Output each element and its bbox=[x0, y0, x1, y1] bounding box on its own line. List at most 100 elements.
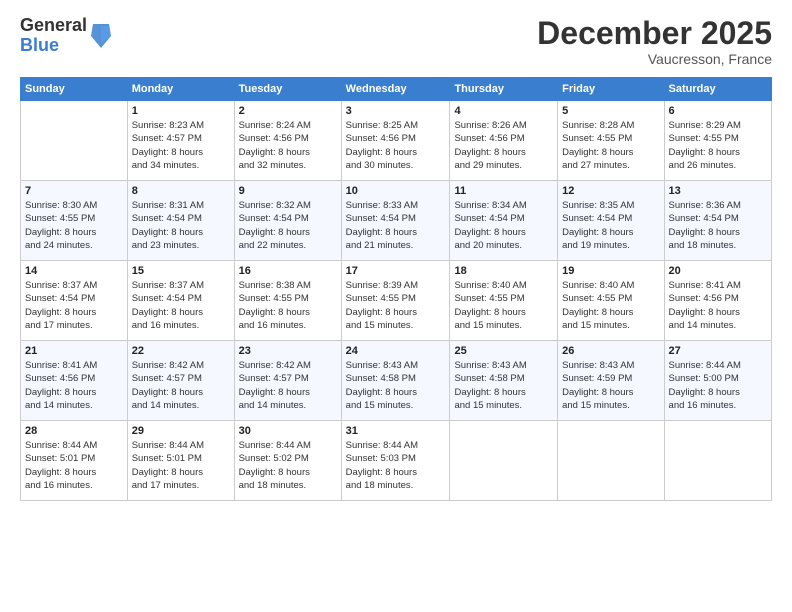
table-row: 5 Sunrise: 8:28 AM Sunset: 4:55 PM Daylig… bbox=[558, 101, 664, 181]
day-number: 8 bbox=[132, 185, 230, 197]
calendar-week-row: 21Sunrise: 8:41 AM Sunset: 4:56 PM Dayli… bbox=[21, 341, 772, 421]
col-sunday: Sunday bbox=[21, 78, 128, 101]
day-detail: Sunrise: 8:23 AM Sunset: 4:57 PM Dayligh… bbox=[132, 119, 230, 172]
table-row: 14Sunrise: 8:37 AM Sunset: 4:54 PM Dayli… bbox=[21, 261, 128, 341]
table-row: 21Sunrise: 8:41 AM Sunset: 4:56 PM Dayli… bbox=[21, 341, 128, 421]
day-detail: Sunrise: 8:26 AM Sunset: 4:56 PM Dayligh… bbox=[454, 119, 553, 172]
table-row: 15 Sunrise: 8:37 AM Sunset: 4:54 PM Dayli… bbox=[127, 261, 234, 341]
day-detail: Sunrise: 8:44 AM Sunset: 5:02 PM Dayligh… bbox=[239, 439, 337, 492]
day-detail: Sunrise: 8:43 AM Sunset: 4:59 PM Dayligh… bbox=[562, 359, 659, 412]
day-number: 19 bbox=[562, 265, 659, 277]
day-detail: Sunrise: 8:29 AM Sunset: 4:55 PM Dayligh… bbox=[669, 119, 767, 172]
day-detail: Sunrise: 8:24 AM Sunset: 4:56 PM Dayligh… bbox=[239, 119, 337, 172]
day-detail: Sunrise: 8:32 AM Sunset: 4:54 PM Dayligh… bbox=[239, 199, 337, 252]
day-detail: Sunrise: 8:40 AM Sunset: 4:55 PM Dayligh… bbox=[562, 279, 659, 332]
col-wednesday: Wednesday bbox=[341, 78, 450, 101]
day-number: 9 bbox=[239, 185, 337, 197]
day-number: 1 bbox=[132, 105, 230, 117]
calendar-table: Sunday Monday Tuesday Wednesday Thursday… bbox=[20, 77, 772, 501]
day-number: 5 bbox=[562, 105, 659, 117]
day-detail: Sunrise: 8:35 AM Sunset: 4:54 PM Dayligh… bbox=[562, 199, 659, 252]
calendar-week-row: 7 Sunrise: 8:30 AM Sunset: 4:55 PM Daylig… bbox=[21, 181, 772, 261]
table-row: 25Sunrise: 8:43 AM Sunset: 4:58 PM Dayli… bbox=[450, 341, 558, 421]
day-detail: Sunrise: 8:43 AM Sunset: 4:58 PM Dayligh… bbox=[346, 359, 446, 412]
table-row: 11Sunrise: 8:34 AM Sunset: 4:54 PM Dayli… bbox=[450, 181, 558, 261]
day-number: 16 bbox=[239, 265, 337, 277]
day-detail: Sunrise: 8:41 AM Sunset: 4:56 PM Dayligh… bbox=[669, 279, 767, 332]
month-title: December 2025 bbox=[537, 16, 772, 51]
day-detail: Sunrise: 8:37 AM Sunset: 4:54 PM Dayligh… bbox=[132, 279, 230, 332]
table-row bbox=[21, 101, 128, 181]
day-number: 30 bbox=[239, 425, 337, 437]
calendar-week-row: 28 Sunrise: 8:44 AM Sunset: 5:01 PM Dayli… bbox=[21, 421, 772, 501]
day-number: 4 bbox=[454, 105, 553, 117]
table-row: 28 Sunrise: 8:44 AM Sunset: 5:01 PM Dayli… bbox=[21, 421, 128, 501]
table-row: 6Sunrise: 8:29 AM Sunset: 4:55 PM Daylig… bbox=[664, 101, 771, 181]
col-thursday: Thursday bbox=[450, 78, 558, 101]
table-row: 31Sunrise: 8:44 AM Sunset: 5:03 PM Dayli… bbox=[341, 421, 450, 501]
day-detail: Sunrise: 8:44 AM Sunset: 5:00 PM Dayligh… bbox=[669, 359, 767, 412]
table-row: 27 Sunrise: 8:44 AM Sunset: 5:00 PM Dayli… bbox=[664, 341, 771, 421]
day-detail: Sunrise: 8:38 AM Sunset: 4:55 PM Dayligh… bbox=[239, 279, 337, 332]
day-number: 31 bbox=[346, 425, 446, 437]
location: Vaucresson, France bbox=[537, 51, 772, 67]
day-number: 2 bbox=[239, 105, 337, 117]
day-number: 27 bbox=[669, 345, 767, 357]
title-block: December 2025 Vaucresson, France bbox=[537, 16, 772, 67]
day-detail: Sunrise: 8:42 AM Sunset: 4:57 PM Dayligh… bbox=[132, 359, 230, 412]
day-number: 29 bbox=[132, 425, 230, 437]
day-number: 24 bbox=[346, 345, 446, 357]
table-row: 16 Sunrise: 8:38 AM Sunset: 4:55 PM Dayli… bbox=[234, 261, 341, 341]
table-row: 22Sunrise: 8:42 AM Sunset: 4:57 PM Dayli… bbox=[127, 341, 234, 421]
table-row: 8 Sunrise: 8:31 AM Sunset: 4:54 PM Daylig… bbox=[127, 181, 234, 261]
day-number: 20 bbox=[669, 265, 767, 277]
table-row bbox=[450, 421, 558, 501]
logo-blue-text: Blue bbox=[20, 35, 59, 55]
day-number: 11 bbox=[454, 185, 553, 197]
logo-general-text: General bbox=[20, 15, 87, 35]
day-detail: Sunrise: 8:44 AM Sunset: 5:01 PM Dayligh… bbox=[25, 439, 123, 492]
col-friday: Friday bbox=[558, 78, 664, 101]
table-row: 18Sunrise: 8:40 AM Sunset: 4:55 PM Dayli… bbox=[450, 261, 558, 341]
day-number: 17 bbox=[346, 265, 446, 277]
day-number: 7 bbox=[25, 185, 123, 197]
table-row: 1 Sunrise: 8:23 AM Sunset: 4:57 PM Daylig… bbox=[127, 101, 234, 181]
day-number: 15 bbox=[132, 265, 230, 277]
day-number: 28 bbox=[25, 425, 123, 437]
calendar-week-row: 14 Sunrise: 8:37 AM Sunset: 4:54 PM Dayli… bbox=[21, 261, 772, 341]
day-number: 12 bbox=[562, 185, 659, 197]
table-row: 4 Sunrise: 8:26 AM Sunset: 4:56 PM Daylig… bbox=[450, 101, 558, 181]
table-row: 20 Sunrise: 8:41 AM Sunset: 4:56 PM Dayli… bbox=[664, 261, 771, 341]
day-number: 18 bbox=[454, 265, 553, 277]
table-row: 12 Sunrise: 8:35 AM Sunset: 4:54 PM Dayli… bbox=[558, 181, 664, 261]
table-row: 2 Sunrise: 8:24 AM Sunset: 4:56 PM Daylig… bbox=[234, 101, 341, 181]
day-number: 14 bbox=[25, 265, 123, 277]
day-number: 13 bbox=[669, 185, 767, 197]
page: General Blue December 2025 Vaucresson, F… bbox=[0, 0, 792, 612]
day-detail: Sunrise: 8:42 AM Sunset: 4:57 PM Dayligh… bbox=[239, 359, 337, 412]
table-row: 10 Sunrise: 8:33 AM Sunset: 4:54 PM Dayli… bbox=[341, 181, 450, 261]
table-row: 24 Sunrise: 8:43 AM Sunset: 4:58 PM Dayli… bbox=[341, 341, 450, 421]
day-detail: Sunrise: 8:33 AM Sunset: 4:54 PM Dayligh… bbox=[346, 199, 446, 252]
table-row: 23 Sunrise: 8:42 AM Sunset: 4:57 PM Dayli… bbox=[234, 341, 341, 421]
table-row: 7 Sunrise: 8:30 AM Sunset: 4:55 PM Daylig… bbox=[21, 181, 128, 261]
table-row: 9 Sunrise: 8:32 AM Sunset: 4:54 PM Daylig… bbox=[234, 181, 341, 261]
day-number: 10 bbox=[346, 185, 446, 197]
day-number: 25 bbox=[454, 345, 553, 357]
header: General Blue December 2025 Vaucresson, F… bbox=[20, 16, 772, 67]
day-detail: Sunrise: 8:39 AM Sunset: 4:55 PM Dayligh… bbox=[346, 279, 446, 332]
day-detail: Sunrise: 8:30 AM Sunset: 4:55 PM Dayligh… bbox=[25, 199, 123, 252]
day-detail: Sunrise: 8:41 AM Sunset: 4:56 PM Dayligh… bbox=[25, 359, 123, 412]
col-tuesday: Tuesday bbox=[234, 78, 341, 101]
day-number: 3 bbox=[346, 105, 446, 117]
table-row bbox=[664, 421, 771, 501]
table-row bbox=[558, 421, 664, 501]
day-detail: Sunrise: 8:28 AM Sunset: 4:55 PM Dayligh… bbox=[562, 119, 659, 172]
calendar-week-row: 1 Sunrise: 8:23 AM Sunset: 4:57 PM Daylig… bbox=[21, 101, 772, 181]
day-number: 26 bbox=[562, 345, 659, 357]
logo-icon bbox=[89, 22, 113, 50]
col-saturday: Saturday bbox=[664, 78, 771, 101]
table-row: 30 Sunrise: 8:44 AM Sunset: 5:02 PM Dayli… bbox=[234, 421, 341, 501]
day-number: 23 bbox=[239, 345, 337, 357]
day-detail: Sunrise: 8:31 AM Sunset: 4:54 PM Dayligh… bbox=[132, 199, 230, 252]
